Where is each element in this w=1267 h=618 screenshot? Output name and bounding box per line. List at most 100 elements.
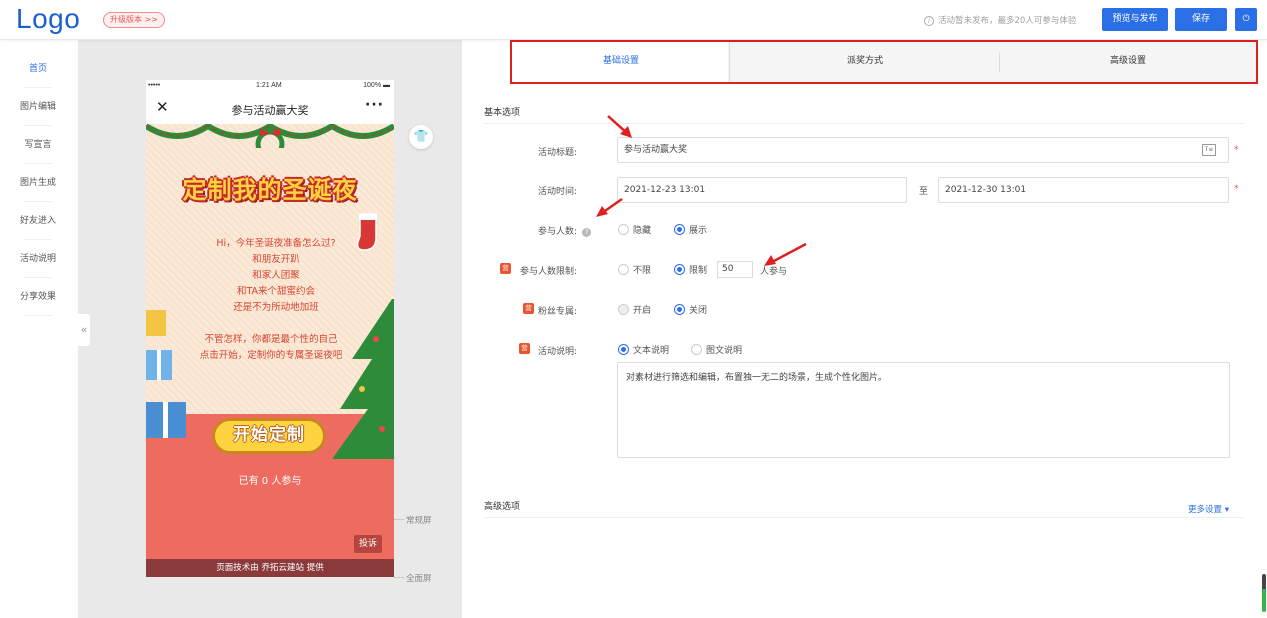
poem-line: 和朋友开趴 [252,254,300,265]
signal-icon: ••••• [148,82,161,89]
section-divider [484,123,1244,124]
section-divider [484,517,1244,518]
radio-label: 限制 [689,266,708,276]
phone-preview-area: « ••••• 1:21 AM 100% ▬ ✕ 参与活动赢大奖 ··· 定制我… [78,40,462,618]
normal-screen-label: 常规屏 [406,516,432,526]
radio-label: 不限 [633,266,652,276]
limit-unlimited-radio[interactable]: 不限 [618,263,651,276]
radio-dot [618,264,629,275]
end-time-input[interactable]: 2021-12-30 13:01 [938,177,1229,203]
sidebar-item-friend-entry[interactable]: 好友进入 [14,202,62,240]
activity-title-input[interactable]: 参与活动赢大奖 T≡ [617,137,1229,163]
start-time-input[interactable]: 2021-12-23 13:01 [617,177,907,203]
fans-on-radio[interactable]: 开启 [618,303,651,316]
publish-notice-text: 活动暂未发布，最多20人可参与体验 [938,16,1077,26]
radio-label: 隐藏 [633,226,652,236]
left-sidebar: 首页 图片编辑 写宣言 图片生成 好友进入 活动说明 分享效果 [0,40,78,618]
sidebar-item-declaration[interactable]: 写宣言 [14,126,62,164]
phone-nav-bar: ✕ 参与活动赢大奖 ··· [146,94,394,124]
radio-dot-selected [674,224,685,235]
activity-desc-label: 活动说明: [538,347,578,357]
phone-time: 1:21 AM [256,82,282,89]
publish-notice: i 活动暂未发布，最多20人可参与体验 [924,14,1076,26]
participants-label-text: 参与人数: [538,227,578,237]
settings-panel: 基础设置 派奖方式 高级设置 基本选项 活动标题: 参与活动赢大奖 T≡ * 活… [462,40,1267,618]
activity-desc-textarea[interactable]: 对素材进行筛选和编辑，布置独一无二的场景，生成个性化图片。 [617,362,1230,458]
sidebar-item-home[interactable]: 首页 [14,50,62,88]
full-screen-line [394,577,404,578]
radio-dot-selected [674,304,685,315]
collapse-sidebar-button[interactable]: « [78,314,90,346]
participants-hide-radio[interactable]: 隐藏 [618,223,651,236]
badge-icon: 营 [500,263,511,274]
battery-icon: 100% ▬ [363,82,390,89]
complain-button[interactable]: 投诉 [354,535,383,553]
help-icon[interactable]: ? [582,228,592,237]
start-customize-button[interactable]: 开始定制 [212,418,326,454]
phone-status-bar: ••••• 1:21 AM 100% ▬ [146,80,394,94]
sidebar-item-share-effect[interactable]: 分享效果 [14,278,62,316]
desc-text-radio[interactable]: 文本说明 [618,343,669,356]
badge-icon: 营 [519,343,530,354]
power-icon[interactable]: ⏻ [1235,8,1257,31]
christmas-tree-decoration [332,299,394,459]
scrollbar-thumb[interactable] [1262,574,1266,612]
limit-suffix: 人参与 [760,267,788,277]
radio-label: 图文说明 [706,346,743,356]
logo: Logo [16,3,81,34]
poem-line: 和TA来个甜蜜约会 [236,286,316,297]
participant-limit-label: 参与人数限制: [520,267,578,277]
sidebar-item-image-edit[interactable]: 图片编辑 [14,88,62,126]
activity-title-label: 活动标题: [538,148,578,158]
sidebar-item-activity-desc[interactable]: 活动说明 [14,240,62,278]
sidebar-item-image-generate[interactable]: 图片生成 [14,164,62,202]
poster-heading: 定制我的圣诞夜 [182,176,358,204]
settings-tabs: 基础设置 派奖方式 高级设置 [510,40,1258,84]
limit-count-input[interactable]: 50 [717,261,753,278]
activity-time-label: 活动时间: [538,187,578,197]
required-mark: * [1234,145,1239,155]
theme-shirt-icon[interactable]: 👕 [409,125,433,149]
time-separator: 至 [919,187,929,197]
participants-label: 参与人数:? [538,224,592,237]
radio-dot [618,224,629,235]
tab-basic-settings[interactable]: 基础设置 [512,42,730,82]
tab-prize-method[interactable]: 派奖方式 [730,42,1000,82]
template-icon[interactable]: T≡ [1202,144,1216,156]
desc-image-text-radio[interactable]: 图文说明 [691,343,742,356]
poem-line: 和家人团聚 [252,270,300,281]
advanced-options-title: 高级选项 [484,502,521,512]
radio-dot [691,344,702,355]
fans-off-radio[interactable]: 关闭 [674,303,707,316]
radio-dot-selected [674,264,685,275]
info-icon: i [924,16,934,26]
radio-label: 开启 [633,306,652,316]
save-button[interactable]: 保存 [1175,8,1227,31]
gift-boxes-decoration [146,310,186,438]
radio-label: 关闭 [689,306,708,316]
radio-label: 展示 [689,226,708,236]
top-header: Logo 升级版本 >> i 活动暂未发布，最多20人可参与体验 预览与发布 保存… [0,0,1267,40]
required-mark: * [1234,184,1239,194]
more-settings-link[interactable]: 更多设置 ▾ [1188,503,1229,515]
normal-screen-line [394,519,404,520]
full-screen-label: 全面屏 [406,574,432,584]
radio-dot-selected [618,344,629,355]
radio-dot [618,304,629,315]
fans-only-label: 粉丝专属: [538,307,578,317]
tab-advanced-settings[interactable]: 高级设置 [1000,42,1256,82]
upgrade-version-button[interactable]: 升级版本 >> [103,12,165,28]
poem-line: Hi，今年圣诞夜准备怎么过? [216,238,336,249]
christmas-poster: 定制我的圣诞夜 Hi，今年圣诞夜准备怎么过? 和朋友开趴 和家人团聚 和TA来个… [146,124,394,577]
activity-title-value: 参与活动赢大奖 [624,145,688,155]
participants-show-radio[interactable]: 展示 [674,223,707,236]
basic-options-title: 基本选项 [484,108,521,118]
badge-icon: 营 [523,303,534,314]
preview-publish-button[interactable]: 预览与发布 [1102,8,1168,31]
limit-limited-radio[interactable]: 限制 [674,263,707,276]
phone-mockup: ••••• 1:21 AM 100% ▬ ✕ 参与活动赢大奖 ··· 定制我的圣… [146,80,394,577]
radio-label: 文本说明 [633,346,670,356]
phone-footer: 页面技术由 乔拓云建站 提供 [146,559,394,577]
garland-decoration [146,124,394,148]
more-icon[interactable]: ··· [365,97,384,113]
